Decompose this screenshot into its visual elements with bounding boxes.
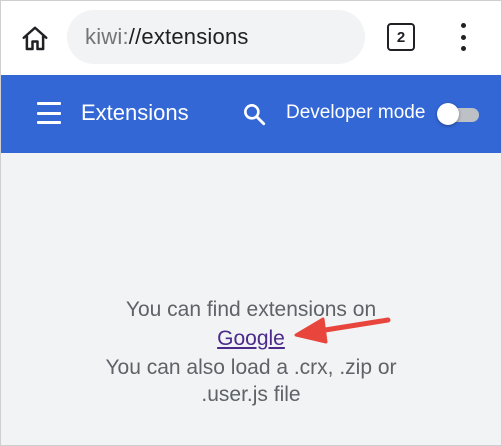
extensions-header: Extensions Developer mode bbox=[1, 75, 501, 153]
google-link[interactable]: Google bbox=[217, 327, 285, 350]
annotation-arrow-icon bbox=[294, 317, 391, 344]
load-file-text-continued: .user.js file bbox=[201, 383, 301, 406]
url-path: //extensions bbox=[128, 24, 249, 49]
tab-count: 2 bbox=[396, 28, 406, 46]
find-extensions-text: You can find extensions on bbox=[125, 298, 377, 321]
url-bar[interactable]: kiwi://extensions bbox=[67, 10, 365, 64]
tab-switcher-button[interactable]: 2 bbox=[387, 23, 415, 51]
toggle-knob bbox=[437, 103, 459, 125]
home-icon bbox=[22, 26, 48, 51]
menu-icon[interactable] bbox=[37, 102, 61, 124]
screen: kiwi://extensions 2 Extensions Developer… bbox=[0, 0, 502, 446]
extensions-empty-state: You can find extensions on Google You ca… bbox=[1, 153, 501, 445]
load-file-text: You can also load a .crx, .zip or bbox=[105, 356, 397, 379]
home-button[interactable] bbox=[15, 19, 55, 59]
browser-toolbar: kiwi://extensions 2 bbox=[1, 1, 501, 75]
page-title: Extensions bbox=[81, 100, 189, 125]
more-menu-button[interactable] bbox=[451, 19, 475, 55]
search-icon[interactable] bbox=[241, 101, 267, 127]
more-vert-icon bbox=[460, 23, 466, 28]
url-scheme: kiwi: bbox=[85, 24, 129, 49]
developer-mode-toggle[interactable] bbox=[437, 103, 481, 125]
developer-mode-label: Developer mode bbox=[286, 102, 426, 123]
